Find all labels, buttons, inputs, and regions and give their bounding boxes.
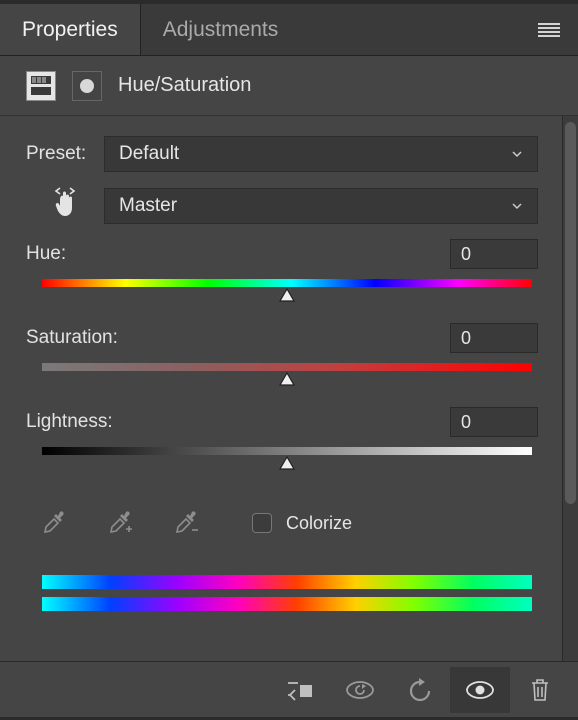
clip-to-layer-icon <box>286 679 314 701</box>
adjustment-type-label: Hue/Saturation <box>118 74 251 97</box>
view-previous-icon <box>344 679 376 701</box>
reset-button[interactable] <box>390 667 450 713</box>
chevron-down-icon <box>511 148 523 160</box>
hue-value-input[interactable]: 0 <box>450 239 538 269</box>
hue-slider-handle[interactable] <box>278 288 296 309</box>
saturation-value-input[interactable]: 0 <box>450 323 538 353</box>
lightness-label: Lightness: <box>26 411 113 433</box>
lightness-slider-handle[interactable] <box>278 456 296 477</box>
range-row: Master <box>26 186 538 225</box>
range-value: Master <box>119 195 177 217</box>
visibility-icon <box>465 680 495 700</box>
menu-icon <box>538 23 560 37</box>
tab-properties[interactable]: Properties <box>0 4 141 55</box>
scrollbar-thumb[interactable] <box>565 122 576 504</box>
mask-circle-icon <box>80 79 94 93</box>
view-previous-state-button[interactable] <box>330 667 390 713</box>
input-spectrum-bar[interactable] <box>42 575 532 589</box>
eyedropper-add-icon <box>106 509 134 537</box>
chevron-down-icon <box>511 200 523 212</box>
saturation-slider-handle[interactable] <box>278 372 296 393</box>
adjustment-preset-icon[interactable] <box>26 71 56 101</box>
panel-footer <box>0 661 578 717</box>
eyedropper-icon <box>40 509 68 537</box>
targeted-adjustment-tool[interactable] <box>50 186 80 225</box>
adjustment-type-row: Hue/Saturation <box>0 56 578 116</box>
preset-value: Default <box>119 143 179 165</box>
preset-select[interactable]: Default <box>104 136 538 172</box>
colorize-label: Colorize <box>286 513 352 534</box>
eyedropper-row: Colorize <box>26 505 538 541</box>
saturation-slider-track[interactable] <box>42 363 532 371</box>
eyedropper-add-button[interactable] <box>102 505 138 541</box>
delete-adjustment-button[interactable] <box>510 667 570 713</box>
saturation-slider-group: Saturation: 0 <box>26 323 538 393</box>
hue-label: Hue: <box>26 243 66 265</box>
panel-menu-button[interactable] <box>538 23 560 37</box>
color-spectrum-bars <box>26 575 538 611</box>
properties-content: Preset: Default <box>0 116 562 661</box>
hand-scrubber-icon <box>50 186 80 220</box>
colorize-checkbox[interactable] <box>252 513 272 533</box>
layer-mask-icon[interactable] <box>72 71 102 101</box>
hue-sat-icon <box>30 75 52 97</box>
hue-slider-track[interactable] <box>42 279 532 287</box>
hue-slider-group: Hue: 0 <box>26 239 538 309</box>
output-spectrum-bar[interactable] <box>42 597 532 611</box>
properties-body: Preset: Default <box>0 116 578 661</box>
preset-label: Preset: <box>26 143 104 165</box>
clip-to-layer-button[interactable] <box>270 667 330 713</box>
saturation-label: Saturation: <box>26 327 118 349</box>
eyedropper-subtract-button[interactable] <box>168 505 204 541</box>
trash-icon <box>529 677 551 703</box>
reset-icon <box>407 678 433 702</box>
eyedropper-subtract-icon <box>172 509 200 537</box>
preset-row: Preset: Default <box>26 136 538 172</box>
panel-scrollbar[interactable] <box>562 116 578 661</box>
properties-panel: Properties Adjustments Hue/Saturation Pr… <box>0 0 578 720</box>
lightness-slider-track[interactable] <box>42 447 532 455</box>
lightness-slider-group: Lightness: 0 <box>26 407 538 477</box>
tab-adjustments[interactable]: Adjustments <box>141 4 301 55</box>
eyedropper-button[interactable] <box>36 505 72 541</box>
colorize-control: Colorize <box>252 513 352 534</box>
panel-tabbar: Properties Adjustments <box>0 4 578 56</box>
range-select[interactable]: Master <box>104 188 538 224</box>
lightness-value-input[interactable]: 0 <box>450 407 538 437</box>
toggle-visibility-button[interactable] <box>450 667 510 713</box>
